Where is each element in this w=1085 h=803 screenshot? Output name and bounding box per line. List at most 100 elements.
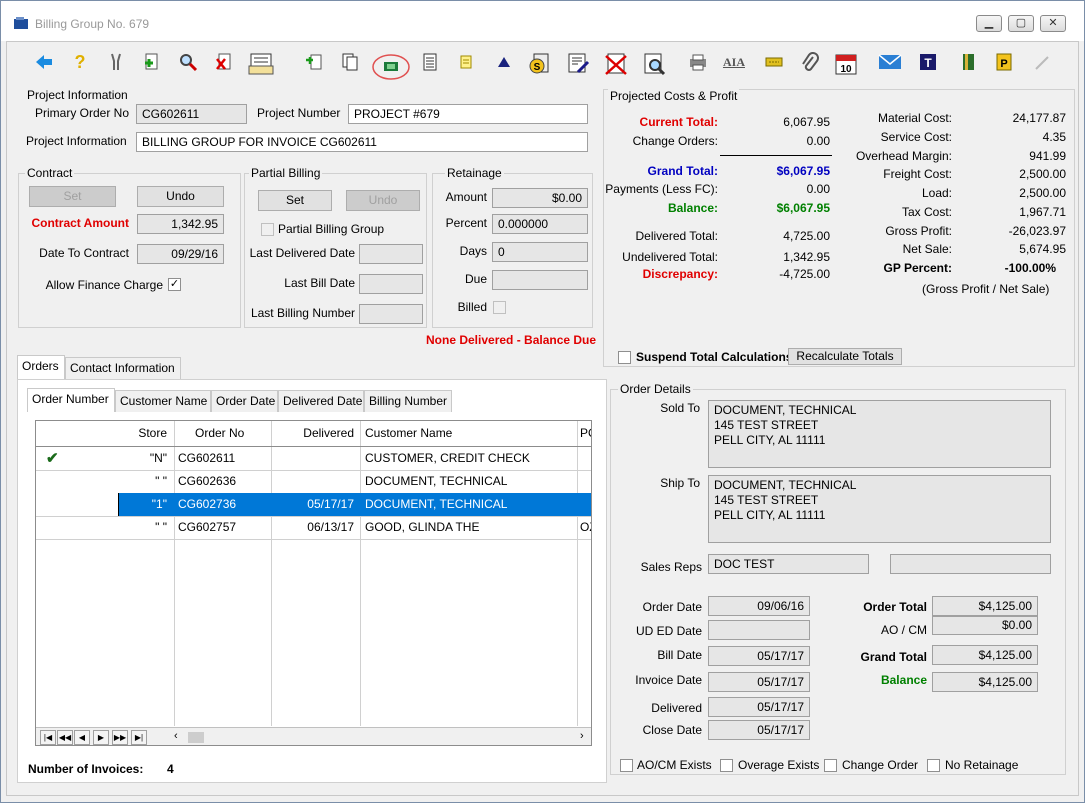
partial-billing-set-button[interactable]: Set bbox=[258, 190, 332, 211]
last-record-icon[interactable]: ▶| bbox=[131, 730, 147, 745]
retainage-amount-field[interactable]: $0.00 bbox=[492, 188, 588, 208]
table-row-selected[interactable]: "1" CG602736 05/17/17 DOCUMENT, TECHNICA… bbox=[36, 493, 591, 516]
recalculate-totals-button[interactable]: Recalculate Totals bbox=[788, 348, 902, 365]
sales-reps-field-2[interactable] bbox=[890, 554, 1051, 574]
primary-order-field[interactable]: CG602611 bbox=[136, 104, 247, 124]
no-retainage-checkbox[interactable] bbox=[927, 759, 940, 772]
previous-record-icon[interactable]: ◀ bbox=[74, 730, 90, 745]
invoice-date-field[interactable]: 05/17/17 bbox=[708, 672, 810, 692]
partial-billing-undo-button[interactable]: Undo bbox=[346, 190, 420, 211]
last-delivered-date-field[interactable] bbox=[359, 244, 423, 264]
tab-order-date[interactable]: Order Date bbox=[211, 390, 278, 412]
change-order-checkbox[interactable] bbox=[824, 759, 837, 772]
order-balance-field[interactable]: $4,125.00 bbox=[932, 672, 1038, 692]
ticket-icon[interactable] bbox=[759, 48, 789, 76]
sales-reps-field[interactable]: DOC TEST bbox=[708, 554, 869, 574]
tab-billing-number[interactable]: Billing Number bbox=[364, 390, 452, 412]
bill-date-field[interactable]: 05/17/17 bbox=[708, 646, 810, 666]
p-icon[interactable]: P bbox=[989, 48, 1019, 76]
discrepancy-label: Discrepancy: bbox=[642, 267, 718, 281]
money-bill-icon[interactable] bbox=[371, 48, 410, 80]
close-date-field[interactable]: 05/17/17 bbox=[708, 720, 810, 740]
grand-total-value: $6,067.95 bbox=[776, 164, 830, 178]
help-icon[interactable]: ? bbox=[65, 48, 95, 76]
first-record-icon[interactable]: |◀ bbox=[40, 730, 56, 745]
retainage-days-field[interactable]: 0 bbox=[492, 242, 588, 262]
maximize-button[interactable]: ▢ bbox=[1008, 15, 1034, 32]
copy-documents-icon[interactable] bbox=[335, 48, 365, 76]
order-date-field[interactable]: 09/06/16 bbox=[708, 596, 810, 616]
date-to-contract-field[interactable]: 09/29/16 bbox=[137, 244, 224, 264]
tab-delivered-date[interactable]: Delivered Date bbox=[278, 390, 364, 412]
tab-customer-name[interactable]: Customer Name bbox=[115, 390, 211, 412]
scroll-left-icon[interactable]: ‹ bbox=[174, 730, 178, 742]
table-row[interactable]: " " CG602757 06/13/17 GOOD, GLINDA THE O… bbox=[36, 516, 591, 539]
last-billing-number-field[interactable] bbox=[359, 304, 423, 324]
tab-orders[interactable]: Orders bbox=[17, 355, 65, 379]
retainage-percent-field[interactable]: 0.000000 bbox=[492, 214, 588, 234]
retainage-due-field[interactable] bbox=[492, 270, 588, 290]
paperclip-icon[interactable] bbox=[795, 48, 825, 76]
tab-order-number[interactable]: Order Number bbox=[27, 388, 115, 412]
project-number-field[interactable]: PROJECT #679 bbox=[348, 104, 588, 124]
orders-grid[interactable]: Store Order No Delivered Customer Name P… bbox=[35, 420, 592, 746]
pencil-icon[interactable] bbox=[1027, 48, 1057, 76]
column-header-delivered[interactable]: Delivered bbox=[272, 422, 358, 445]
contract-undo-button[interactable]: Undo bbox=[137, 186, 224, 207]
search-icon[interactable] bbox=[173, 48, 203, 76]
tab-contact-information[interactable]: Contact Information bbox=[65, 357, 181, 379]
order-total-field[interactable]: $4,125.00 bbox=[932, 596, 1038, 616]
back-arrow-icon[interactable] bbox=[29, 48, 59, 76]
import-document-icon[interactable] bbox=[299, 48, 329, 76]
retainage-group: Retainage Amount $0.00 Percent 0.000000 … bbox=[432, 166, 593, 328]
next-page-icon[interactable]: ▶▶ bbox=[112, 730, 128, 745]
preview-icon[interactable] bbox=[639, 48, 669, 76]
table-row[interactable]: ✔ "N" CG602611 CUSTOMER, CREDIT CHECK bbox=[36, 447, 591, 470]
email-icon[interactable] bbox=[875, 48, 905, 76]
column-header-store[interactable]: Store bbox=[116, 422, 171, 445]
column-header-order-no[interactable]: Order No bbox=[191, 422, 271, 445]
edit-document-icon[interactable] bbox=[563, 48, 593, 76]
partial-billing-group-checkbox[interactable] bbox=[261, 223, 274, 236]
dollar-invoice-icon[interactable]: S bbox=[525, 48, 555, 76]
triangle-icon[interactable] bbox=[489, 48, 519, 76]
aia-icon[interactable]: AIA bbox=[719, 48, 749, 76]
calendar-icon[interactable]: 10 bbox=[831, 48, 861, 76]
last-bill-date-field[interactable] bbox=[359, 274, 423, 294]
cancel-document-icon[interactable] bbox=[601, 48, 631, 76]
book-icon[interactable] bbox=[953, 48, 983, 76]
retainage-due-label: Due bbox=[464, 272, 487, 286]
tools-icon[interactable] bbox=[101, 48, 131, 76]
add-document-icon[interactable] bbox=[137, 48, 167, 76]
t-icon[interactable]: T bbox=[913, 48, 943, 76]
allow-finance-charge-checkbox[interactable]: ✓ bbox=[168, 278, 181, 291]
next-record-icon[interactable]: ▶ bbox=[93, 730, 109, 745]
suspend-total-calculations-checkbox[interactable] bbox=[618, 351, 631, 364]
no-retainage-label: No Retainage bbox=[945, 758, 1019, 772]
contract-set-button[interactable]: Set bbox=[29, 186, 116, 207]
delivered-field[interactable]: 05/17/17 bbox=[708, 697, 810, 717]
table-row[interactable]: " " CG602636 DOCUMENT, TECHNICAL bbox=[36, 470, 591, 493]
scroll-right-icon[interactable]: › bbox=[580, 730, 584, 742]
row-customer: GOOD, GLINDA THE bbox=[365, 520, 480, 534]
grand-total-order-field[interactable]: $4,125.00 bbox=[932, 645, 1038, 665]
document-lines-icon[interactable] bbox=[415, 48, 445, 76]
close-button[interactable]: ✕ bbox=[1040, 15, 1066, 32]
horizontal-scrollbar-thumb[interactable] bbox=[188, 732, 204, 743]
minimize-button[interactable]: ▁ bbox=[976, 15, 1002, 32]
ao-cm-field[interactable]: $0.00 bbox=[932, 616, 1038, 635]
overage-exists-checkbox[interactable] bbox=[720, 759, 733, 772]
project-information-field[interactable]: BILLING GROUP FOR INVOICE CG602611 bbox=[136, 132, 588, 152]
delete-document-icon[interactable] bbox=[209, 48, 239, 76]
previous-page-icon[interactable]: ◀◀ bbox=[57, 730, 73, 745]
retainage-billed-checkbox[interactable] bbox=[493, 301, 506, 314]
ao-cm-exists-checkbox[interactable] bbox=[620, 759, 633, 772]
report-stack-icon[interactable] bbox=[247, 48, 277, 76]
column-header-customer-name[interactable]: Customer Name bbox=[361, 422, 575, 445]
contract-amount-field[interactable]: 1,342.95 bbox=[137, 214, 224, 234]
column-header-po[interactable]: PO bbox=[578, 422, 591, 445]
print-icon[interactable] bbox=[683, 48, 713, 76]
ud-ed-date-field[interactable] bbox=[708, 620, 810, 640]
note-icon[interactable] bbox=[451, 48, 481, 76]
row-po bbox=[578, 447, 591, 470]
